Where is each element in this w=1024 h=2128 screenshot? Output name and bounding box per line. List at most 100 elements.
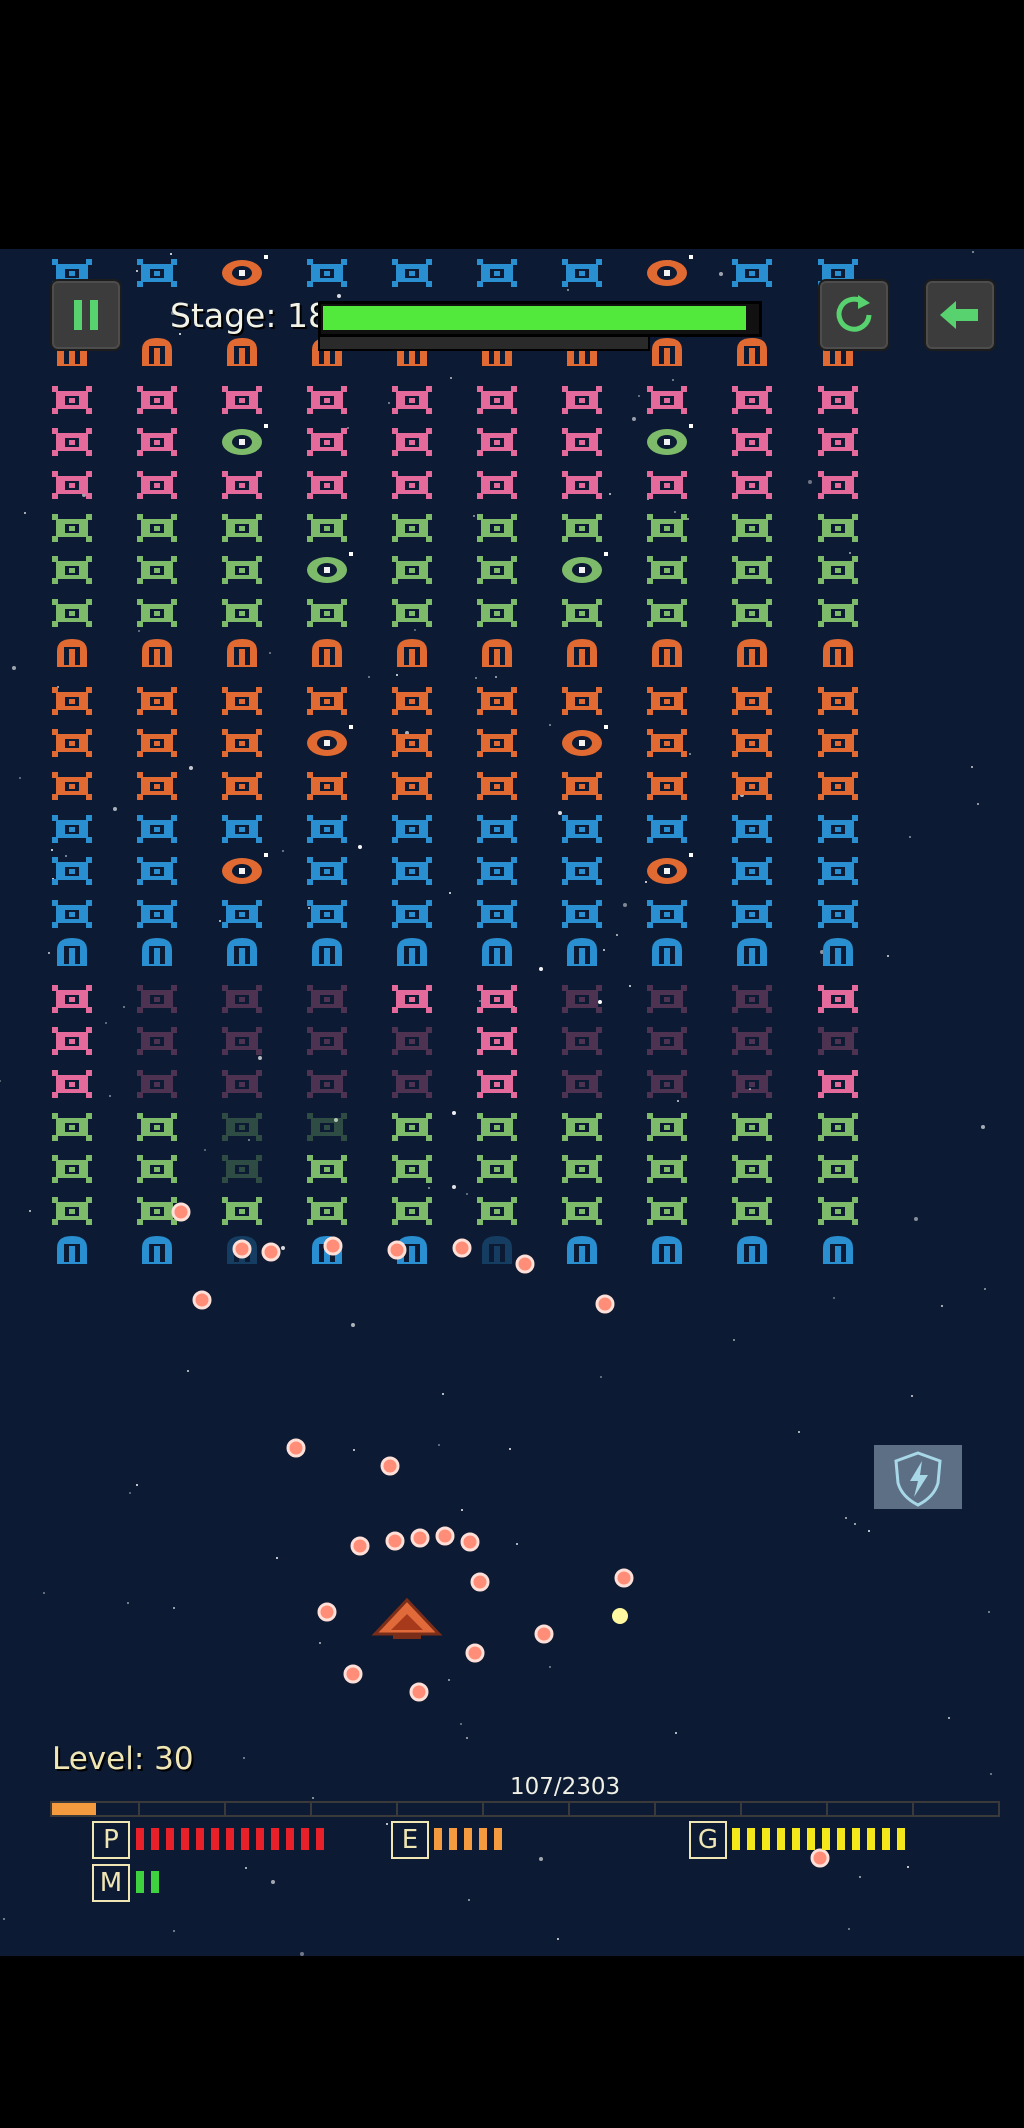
back-button[interactable] bbox=[924, 279, 996, 351]
xp-progress-fill bbox=[52, 1803, 96, 1815]
crab-alien bbox=[137, 857, 177, 885]
crab-alien bbox=[477, 259, 517, 287]
eye-alien bbox=[307, 552, 353, 583]
crab-alien bbox=[52, 985, 92, 1013]
crab-alien bbox=[222, 556, 262, 584]
crab-alien bbox=[392, 729, 432, 757]
crab-alien bbox=[137, 386, 177, 414]
crab-alien bbox=[392, 514, 432, 542]
crab-alien bbox=[137, 687, 177, 715]
stat-g-key[interactable]: G bbox=[689, 1821, 727, 1859]
eye-alien bbox=[222, 853, 268, 884]
crab-alien bbox=[562, 471, 602, 499]
crab-alien bbox=[392, 556, 432, 584]
crab-alien bbox=[732, 599, 772, 627]
stat-pip bbox=[151, 1871, 159, 1893]
crab-alien bbox=[307, 1070, 347, 1098]
bullet bbox=[232, 1239, 252, 1259]
bullet bbox=[410, 1528, 430, 1548]
crab-alien bbox=[307, 514, 347, 542]
crab-alien bbox=[222, 1155, 262, 1183]
bullet bbox=[515, 1254, 535, 1274]
crab-alien bbox=[392, 1027, 432, 1055]
crab-alien bbox=[477, 772, 517, 800]
xp-segment-divider bbox=[912, 1803, 914, 1815]
crab-alien bbox=[732, 1197, 772, 1225]
pod-alien bbox=[142, 1236, 172, 1264]
crab-alien bbox=[307, 815, 347, 843]
crab-alien bbox=[477, 857, 517, 885]
stat-e-key[interactable]: E bbox=[391, 1821, 429, 1859]
pod-alien bbox=[567, 1236, 597, 1264]
crab-alien bbox=[307, 985, 347, 1013]
crab-alien bbox=[392, 599, 432, 627]
crab-alien bbox=[52, 514, 92, 542]
crab-alien bbox=[477, 1070, 517, 1098]
crab-alien bbox=[477, 729, 517, 757]
crab-alien bbox=[392, 259, 432, 287]
stat-m-key[interactable]: M bbox=[92, 1864, 130, 1902]
xp-segment-divider bbox=[310, 1803, 312, 1815]
crab-alien bbox=[137, 1070, 177, 1098]
bullet bbox=[460, 1532, 480, 1552]
crab-alien bbox=[222, 687, 262, 715]
pod-alien bbox=[312, 639, 342, 667]
crab-alien bbox=[52, 386, 92, 414]
crab-alien bbox=[392, 471, 432, 499]
pod-alien bbox=[397, 938, 427, 966]
crab-alien bbox=[818, 599, 858, 627]
crab-alien bbox=[732, 1070, 772, 1098]
game-field[interactable]: Stage: 18 Level: 30 107/2303 P E G M bbox=[0, 249, 1024, 1956]
crab-alien bbox=[392, 1113, 432, 1141]
stat-pip bbox=[226, 1828, 234, 1850]
crab-alien bbox=[818, 815, 858, 843]
stat-g-pips bbox=[732, 1828, 932, 1850]
stat-pip bbox=[286, 1828, 294, 1850]
eye-alien bbox=[307, 725, 353, 756]
crab-alien bbox=[52, 900, 92, 928]
shield-powerup[interactable] bbox=[874, 1445, 962, 1509]
crab-alien bbox=[818, 857, 858, 885]
stat-pip bbox=[256, 1828, 264, 1850]
crab-alien bbox=[392, 900, 432, 928]
crab-alien bbox=[732, 772, 772, 800]
stage-progress-fill bbox=[323, 306, 746, 330]
back-arrow-icon bbox=[940, 301, 978, 329]
crab-alien bbox=[477, 1027, 517, 1055]
stat-pip bbox=[181, 1828, 189, 1850]
stat-m-pips bbox=[136, 1871, 196, 1893]
crab-alien bbox=[52, 857, 92, 885]
crab-alien bbox=[137, 556, 177, 584]
pod-alien bbox=[737, 938, 767, 966]
crab-alien bbox=[647, 471, 687, 499]
crab-alien bbox=[137, 729, 177, 757]
stat-pip bbox=[464, 1828, 472, 1850]
stat-p-key[interactable]: P bbox=[92, 1821, 130, 1859]
restart-button[interactable] bbox=[818, 279, 890, 351]
crab-alien bbox=[562, 772, 602, 800]
crab-alien bbox=[647, 1027, 687, 1055]
crab-alien bbox=[818, 428, 858, 456]
crab-alien bbox=[52, 1113, 92, 1141]
crab-alien bbox=[222, 985, 262, 1013]
pause-button[interactable] bbox=[50, 279, 122, 351]
stat-e-pips bbox=[434, 1828, 534, 1850]
crab-alien bbox=[562, 815, 602, 843]
crab-alien bbox=[477, 386, 517, 414]
crab-alien bbox=[477, 1197, 517, 1225]
bullet bbox=[385, 1531, 405, 1551]
crab-alien bbox=[137, 428, 177, 456]
crab-alien bbox=[562, 1155, 602, 1183]
crab-alien bbox=[647, 729, 687, 757]
pod-alien bbox=[57, 938, 87, 966]
crab-alien bbox=[477, 1113, 517, 1141]
pod-alien bbox=[482, 1236, 512, 1264]
crab-alien bbox=[647, 900, 687, 928]
stat-pip bbox=[211, 1828, 219, 1850]
crab-alien bbox=[647, 514, 687, 542]
xp-segment-divider bbox=[138, 1803, 140, 1815]
bullet bbox=[595, 1294, 615, 1314]
xp-segment-divider bbox=[654, 1803, 656, 1815]
stat-pip bbox=[852, 1828, 860, 1850]
player-ship-icon[interactable] bbox=[367, 1594, 447, 1644]
